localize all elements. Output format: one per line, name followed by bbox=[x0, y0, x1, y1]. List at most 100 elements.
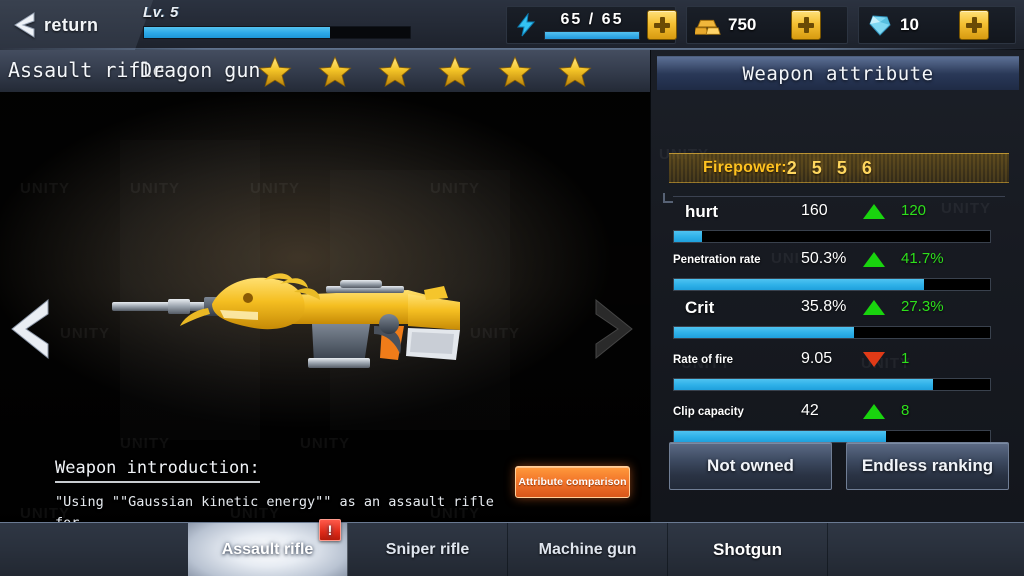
return-button[interactable]: return bbox=[0, 0, 128, 50]
stat-name: Penetration rate bbox=[673, 254, 761, 266]
tab-shotgun[interactable]: Shotgun bbox=[668, 523, 828, 576]
tab-sniper-rifle[interactable]: Sniper rifle bbox=[348, 523, 508, 576]
star-icon bbox=[378, 55, 412, 88]
energy-bar bbox=[544, 30, 640, 40]
star-icon bbox=[438, 55, 472, 89]
attribute-stat-row: hurt 160 120 bbox=[673, 202, 1005, 243]
trend-up-icon bbox=[863, 300, 885, 315]
divider bbox=[673, 196, 1005, 197]
attribute-comparison-label: Attribute comparison bbox=[518, 476, 627, 488]
resource-gold: 750 bbox=[686, 6, 848, 44]
endless-ranking-label: Endless ranking bbox=[861, 456, 994, 475]
introduction-title: Weapon introduction: bbox=[55, 458, 260, 483]
not-owned-button[interactable]: Not owned bbox=[669, 442, 832, 490]
star-icon bbox=[378, 55, 412, 89]
star-icon bbox=[438, 55, 472, 88]
not-owned-label: Not owned bbox=[707, 456, 794, 475]
resource-energy: 65 / 65 bbox=[506, 6, 677, 44]
stat-value: 50.3% bbox=[801, 250, 847, 267]
watermark: UNITY bbox=[120, 435, 170, 452]
stat-progress-fill bbox=[674, 231, 703, 242]
star-rating bbox=[258, 55, 592, 89]
energy-value: 65 / 65 bbox=[560, 10, 624, 28]
weapon-introduction: Weapon introduction: "Using ""Gaussian k… bbox=[55, 458, 505, 522]
tab-alert-badge-label: ! bbox=[327, 522, 333, 538]
stat-delta: 1 bbox=[901, 350, 910, 367]
watermark: UNITY bbox=[130, 180, 180, 197]
tab-label: Assault rifle bbox=[221, 541, 314, 558]
stat-progress-fill bbox=[674, 327, 855, 338]
trend-up-icon bbox=[863, 404, 885, 419]
stat-name: hurt bbox=[685, 202, 719, 221]
star-icon bbox=[498, 55, 532, 88]
attribute-stat-row: Rate of fire 9.05 1 bbox=[673, 350, 1005, 391]
level-block: Lv. 5 bbox=[128, 2, 468, 48]
stat-progress-fill bbox=[674, 279, 924, 290]
attribute-panel-title: Weapon attribute bbox=[742, 62, 934, 85]
firepower-row: Firepower: 2 5 5 6 bbox=[669, 153, 1009, 183]
chevron-right-icon bbox=[595, 298, 633, 360]
weapon-attribute-panel: UNITY UNITY UNITY UNITY UNITY UNITY Weap… bbox=[650, 50, 1024, 522]
energy-bar-fill bbox=[545, 31, 639, 39]
stat-progress-fill bbox=[674, 431, 886, 442]
star-icon bbox=[558, 55, 592, 89]
diamond-value: 10 bbox=[900, 15, 919, 34]
trend-down-icon bbox=[863, 352, 885, 367]
gold-value: 750 bbox=[728, 15, 757, 34]
gold-add-button[interactable] bbox=[791, 10, 821, 40]
stat-delta: 41.7% bbox=[901, 250, 944, 267]
attribute-stat-row: Clip capacity 42 8 bbox=[673, 402, 1005, 443]
back-arrow-icon bbox=[14, 12, 36, 38]
stat-delta: 8 bbox=[901, 402, 910, 419]
weapon-image bbox=[108, 268, 480, 388]
weapon-name-label: Dragon gun bbox=[140, 58, 261, 82]
stat-delta: 27.3% bbox=[901, 298, 944, 315]
star-icon bbox=[318, 55, 352, 89]
endless-ranking-button[interactable]: Endless ranking bbox=[846, 442, 1009, 490]
next-weapon-button[interactable] bbox=[590, 298, 634, 360]
top-status-bar: return Lv. 5 65 / 65 750 10 bbox=[0, 0, 1024, 50]
weapon-category-tabbar: Assault rifle! Sniper rifle Machine gun Sho… bbox=[0, 519, 1024, 576]
tab-label: Shotgun bbox=[713, 540, 782, 559]
weapon-preview-panel: UNITY UNITY UNITY UNITY UNITY UNITY UNIT… bbox=[0, 50, 650, 522]
star-icon bbox=[318, 55, 352, 88]
watermark: UNITY bbox=[60, 325, 110, 342]
level-progress-fill bbox=[144, 27, 331, 38]
introduction-line-1: "Using ""Gaussian kinetic energy"" as an… bbox=[55, 494, 494, 522]
lightning-icon bbox=[515, 12, 537, 38]
energy-stack: 65 / 65 bbox=[544, 11, 640, 40]
stat-value: 160 bbox=[801, 202, 828, 219]
watermark: UNITY bbox=[430, 180, 480, 197]
attribute-stat-row: Crit 35.8% 27.3% bbox=[673, 298, 1005, 339]
watermark: UNITY bbox=[300, 435, 350, 452]
star-icon bbox=[558, 55, 592, 88]
tab-alert-badge: ! bbox=[319, 519, 341, 541]
diamond-add-button[interactable] bbox=[959, 10, 989, 40]
stat-value: 42 bbox=[801, 402, 819, 419]
tab-machine-gun[interactable]: Machine gun bbox=[508, 523, 668, 576]
game-screen: return Lv. 5 65 / 65 750 10 UNITY UNITY … bbox=[0, 0, 1024, 576]
tab-assault-rifle[interactable]: Assault rifle! bbox=[188, 519, 348, 576]
diamond-icon bbox=[867, 12, 893, 38]
tab-list: Assault rifle! Sniper rifle Machine gun Sho… bbox=[188, 519, 828, 576]
star-icon bbox=[258, 55, 292, 88]
weapon-title-bar: Assault rifle Dragon gun bbox=[0, 50, 650, 92]
gold-bars-icon bbox=[695, 12, 721, 38]
attribute-stat-row: Penetration rate 50.3% 41.7% bbox=[673, 250, 1005, 291]
attribute-comparison-button[interactable]: Attribute comparison bbox=[515, 466, 630, 498]
trend-up-icon bbox=[863, 204, 885, 219]
stat-progress-fill bbox=[674, 379, 934, 390]
energy-add-button[interactable] bbox=[647, 10, 677, 40]
stat-progress-bar bbox=[673, 278, 991, 291]
previous-weapon-button[interactable] bbox=[8, 298, 52, 360]
stat-value: 9.05 bbox=[801, 350, 833, 367]
level-label: Lv. 5 bbox=[143, 4, 179, 21]
stat-name: Clip capacity bbox=[673, 406, 744, 418]
watermark: UNITY bbox=[250, 180, 300, 197]
level-progress-bar bbox=[143, 26, 411, 39]
tab-label: Sniper rifle bbox=[385, 541, 470, 558]
resource-diamond: 10 bbox=[858, 6, 1016, 44]
stat-delta: 120 bbox=[901, 202, 927, 219]
star-icon bbox=[498, 55, 532, 89]
corner-decoration bbox=[663, 193, 673, 203]
